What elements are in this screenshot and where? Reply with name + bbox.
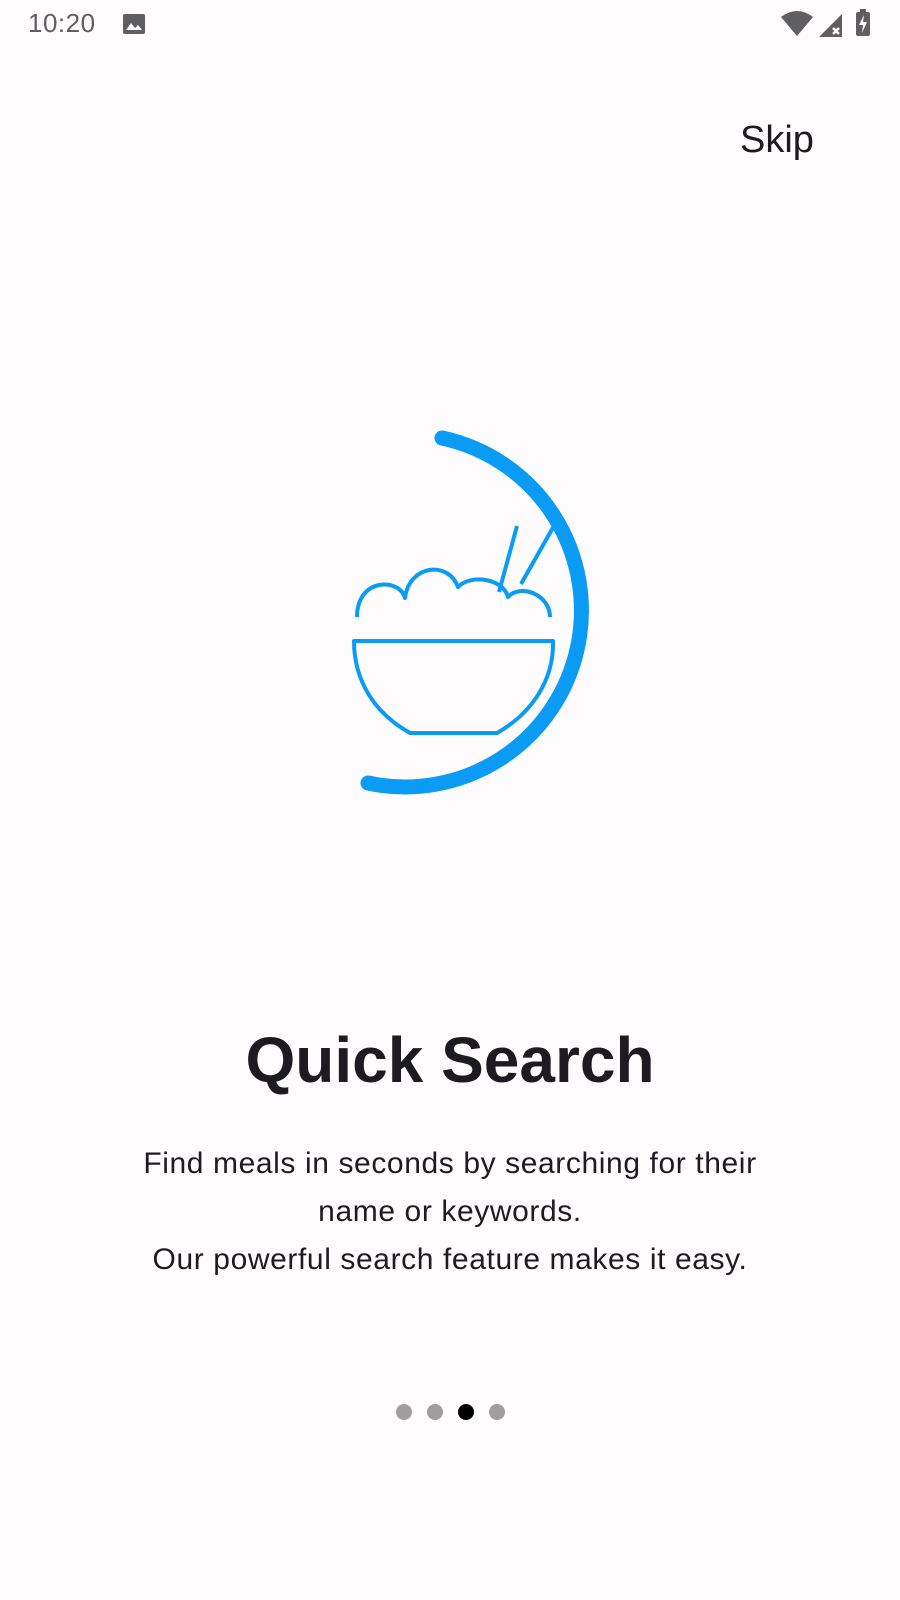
page-dot-1[interactable] — [395, 1404, 412, 1420]
description: Find meals in seconds by searching for t… — [90, 1140, 810, 1284]
page-title: Quick Search — [245, 1024, 655, 1096]
status-bar: 10:20 — [0, 0, 900, 50]
skip-button[interactable]: Skip — [740, 113, 850, 167]
wifi-icon — [781, 11, 813, 36]
battery-charging-icon — [856, 9, 870, 36]
bowl — [352, 639, 556, 735]
page-dot-4[interactable] — [488, 1404, 505, 1420]
rice-top — [355, 567, 552, 618]
page-dot-2[interactable] — [426, 1404, 443, 1420]
gallery-icon — [123, 14, 145, 34]
rice-bowl-icon — [352, 430, 589, 795]
signal-icon — [819, 14, 842, 37]
description-line: Find meals in seconds by searching for t… — [143, 1147, 757, 1180]
page-dot-3[interactable] — [457, 1404, 474, 1420]
page-indicator — [0, 1404, 900, 1424]
chopsticks — [497, 516, 561, 593]
description-line: Our powerful search feature makes it eas… — [152, 1243, 748, 1276]
description-line: name or keywords. — [318, 1195, 582, 1228]
status-time: 10:20 — [28, 8, 96, 38]
